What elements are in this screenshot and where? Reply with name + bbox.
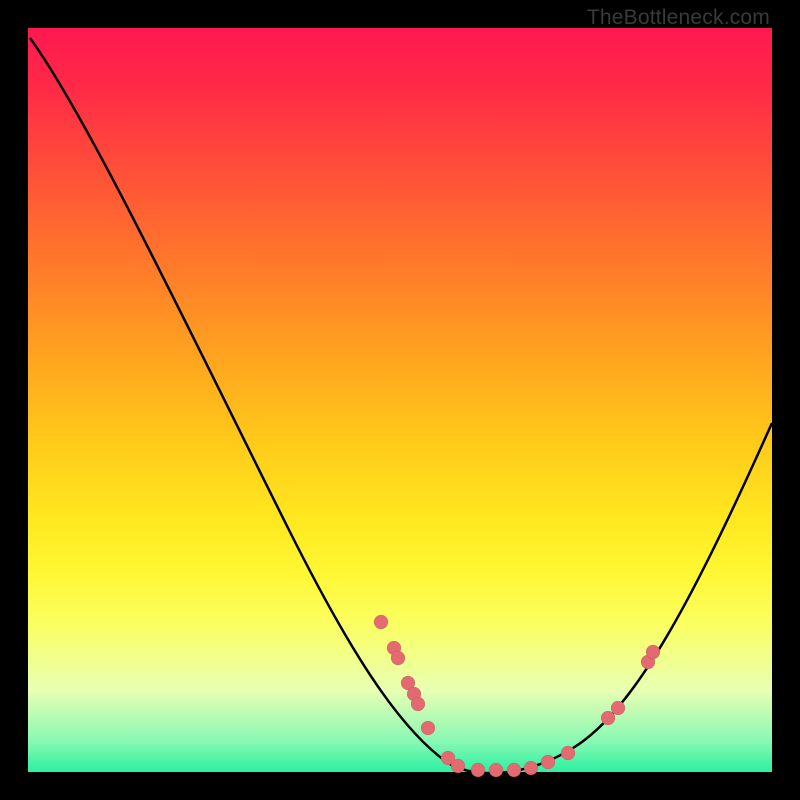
data-point [421,721,435,735]
data-point [374,615,388,629]
data-point [489,763,503,777]
curve-dots [374,615,660,777]
data-point [646,645,660,659]
data-point [524,761,538,775]
data-point [507,763,521,777]
data-point [411,697,425,711]
chart-svg [28,28,772,772]
data-point [541,755,555,769]
data-point [451,759,465,773]
data-point [611,701,625,715]
watermark-text: TheBottleneck.com [587,6,770,30]
data-point [471,763,485,777]
data-point [561,746,575,760]
data-point [391,651,405,665]
